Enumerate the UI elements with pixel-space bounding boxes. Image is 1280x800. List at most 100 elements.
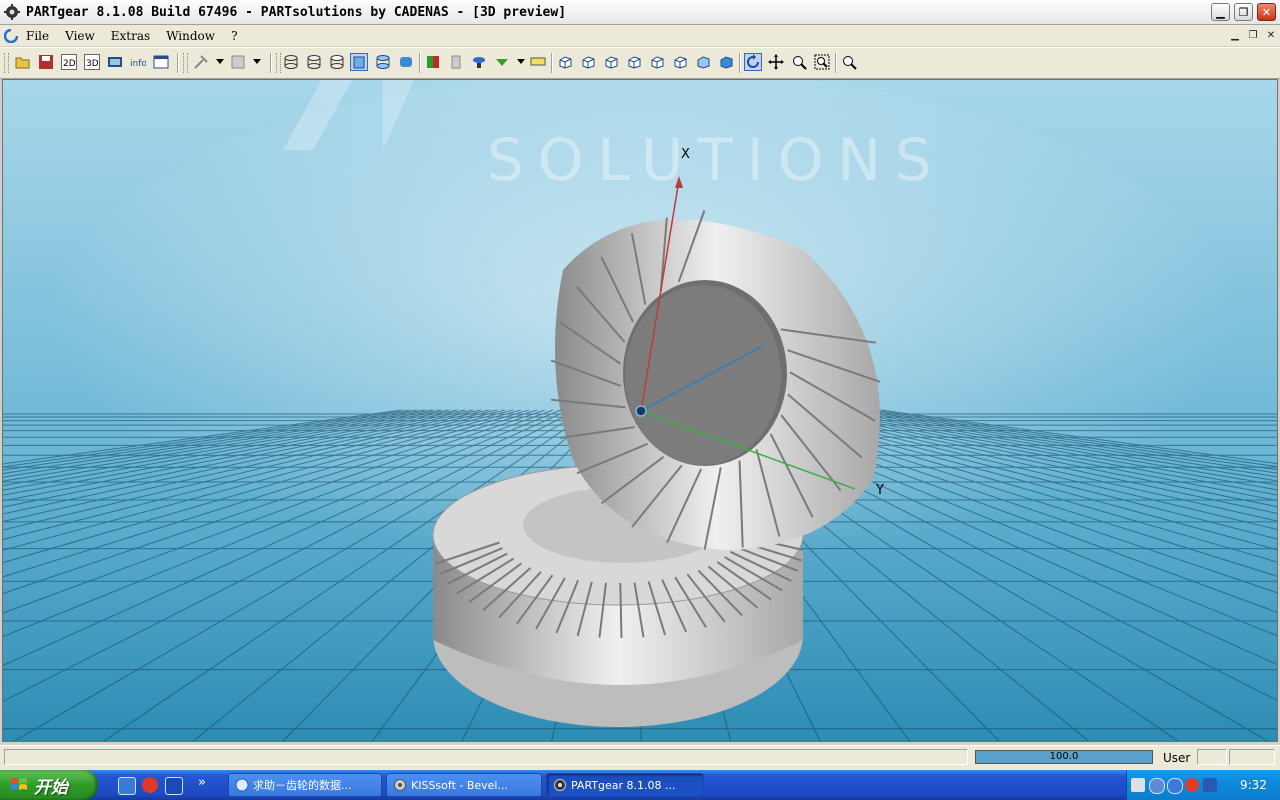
material-icon	[451, 55, 461, 69]
view-hidden-button[interactable]	[305, 53, 323, 71]
taskbar-item-label: PARTgear 8.1.08 ...	[571, 778, 676, 792]
taskbar: 开始 » 求助－齿轮的数据... KISSsoft - Bevel... PAR…	[0, 770, 1280, 800]
svg-text:info: info	[130, 59, 146, 69]
arrow-down-button[interactable]	[493, 53, 511, 71]
view-solid-button[interactable]	[397, 53, 415, 71]
zoom-icon	[843, 56, 857, 70]
view-shaded-edges-button[interactable]	[374, 53, 392, 71]
zoom-window-button[interactable]	[790, 53, 808, 71]
taskbar-item-kisssoft[interactable]: KISSsoft - Bevel...	[386, 773, 542, 797]
app-quicklaunch-icon[interactable]	[165, 777, 183, 795]
menu-window[interactable]: Window	[164, 28, 217, 44]
iso-view-4-button[interactable]	[625, 53, 643, 71]
iso-view-icon	[651, 56, 664, 69]
iso-view-5-button[interactable]	[648, 53, 666, 71]
info-button[interactable]: info	[129, 53, 147, 71]
2d-icon: 2D	[61, 54, 77, 70]
taskbar-item-label: KISSsoft - Bevel...	[411, 778, 508, 792]
zoom-window-icon	[793, 56, 807, 70]
mdi-minimize-button[interactable]: ▁	[1228, 29, 1242, 41]
film-button[interactable]	[106, 53, 124, 71]
pan-button[interactable]	[767, 53, 785, 71]
start-button[interactable]: 开始	[0, 770, 98, 800]
mdi-close-button[interactable]: ✕	[1264, 29, 1278, 41]
zoom-button[interactable]	[840, 53, 858, 71]
watermark-text: SOLUTIONS	[487, 126, 946, 194]
taskbar-item-partgear[interactable]: PARTgear 8.1.08 ...	[546, 773, 704, 797]
document-swirl-icon[interactable]	[4, 28, 18, 43]
color-icon	[427, 56, 439, 68]
window-title: PARTgear 8.1.08 Build 67496 - PARTsoluti…	[26, 4, 567, 20]
iso-view-icon	[697, 56, 710, 69]
minimize-button[interactable]: ▁	[1211, 3, 1230, 21]
menu-file[interactable]: File	[24, 28, 51, 44]
grid-tools-button[interactable]	[229, 53, 247, 71]
save-button[interactable]	[37, 53, 55, 71]
zoom-fit-button[interactable]	[813, 53, 831, 71]
window-icon	[153, 55, 169, 69]
close-button[interactable]: ✕	[1257, 3, 1276, 21]
tools-dropdown-arrow[interactable]	[216, 59, 224, 64]
3d-preview-viewport[interactable]: SOLUTIONS X Y	[2, 79, 1278, 742]
view-edges-button[interactable]	[350, 53, 368, 71]
view-shaded-button[interactable]	[328, 53, 346, 71]
restore-button[interactable]: ❐	[1234, 3, 1253, 21]
taskbar-item-forum[interactable]: 求助－齿轮的数据...	[228, 773, 382, 797]
taskbar-item-label: 求助－齿轮的数据...	[253, 779, 352, 792]
measure-icon	[530, 57, 546, 66]
keyboard-icon[interactable]	[1131, 778, 1145, 792]
tray-network-icon[interactable]	[1203, 778, 1217, 792]
iso-view-icon	[720, 56, 733, 69]
view-wireframe-button[interactable]	[282, 53, 300, 71]
progress-text: 100.0	[1049, 751, 1079, 762]
view-cylinder-color-icon	[400, 57, 412, 67]
iso-view-8-button[interactable]	[717, 53, 735, 71]
2d-button[interactable]: 2D	[60, 53, 78, 71]
iso-view-7-button[interactable]	[694, 53, 712, 71]
open-button[interactable]	[14, 53, 32, 71]
restore-icon: ❐	[1238, 5, 1249, 19]
ie-icon	[235, 778, 249, 792]
lamp-button[interactable]	[470, 53, 488, 71]
mdi-restore-button[interactable]: ❐	[1246, 29, 1260, 41]
iso-view-3-button[interactable]	[602, 53, 620, 71]
iso-view-6-button[interactable]	[671, 53, 689, 71]
zoom-fit-icon	[814, 54, 830, 70]
tools-icon	[194, 55, 208, 69]
windows-flag-icon	[11, 778, 27, 790]
start-label: 开始	[34, 777, 68, 798]
iso-view-2-button[interactable]	[579, 53, 597, 71]
menu-help[interactable]: ?	[229, 28, 239, 44]
tools-button[interactable]	[192, 53, 210, 71]
toolbar-grip[interactable]	[4, 53, 9, 73]
3d-button[interactable]: 3D	[83, 53, 101, 71]
menu-bar: File View Extras Window ?	[0, 25, 1280, 46]
iso-view-1-button[interactable]	[556, 53, 574, 71]
iso-view-icon	[605, 56, 618, 69]
menu-view[interactable]: View	[63, 28, 97, 44]
rotate-button[interactable]	[744, 53, 762, 71]
weibo-quicklaunch-icon[interactable]	[142, 777, 158, 793]
title-bar: PARTgear 8.1.08 Build 67496 - PARTsoluti…	[0, 0, 1280, 25]
tray-weibo-icon[interactable]	[1185, 778, 1199, 792]
info-icon: info	[130, 59, 146, 69]
tray-back-icon[interactable]	[1149, 778, 1165, 794]
menu-extras[interactable]: Extras	[109, 28, 152, 44]
material-button[interactable]	[447, 53, 465, 71]
toolbar-grip[interactable]	[276, 53, 281, 73]
iso-view-icon	[674, 56, 687, 69]
clock: 9:32	[1240, 778, 1267, 792]
window-button[interactable]	[152, 53, 170, 71]
status-panel	[1229, 749, 1275, 765]
iso-view-icon	[582, 56, 595, 69]
axis-y-label: Y	[876, 483, 884, 498]
grid-tools-dropdown-arrow[interactable]	[253, 59, 261, 64]
arrow-dropdown[interactable]	[517, 59, 525, 64]
color-button[interactable]	[424, 53, 442, 71]
toolbar-grip[interactable]	[183, 53, 188, 73]
browser-quicklaunch-icon[interactable]	[118, 777, 136, 795]
pan-icon	[768, 54, 784, 70]
measure-button[interactable]	[529, 53, 547, 71]
quicklaunch-more-icon[interactable]: »	[198, 775, 206, 790]
tray-app-icon[interactable]	[1167, 778, 1183, 794]
